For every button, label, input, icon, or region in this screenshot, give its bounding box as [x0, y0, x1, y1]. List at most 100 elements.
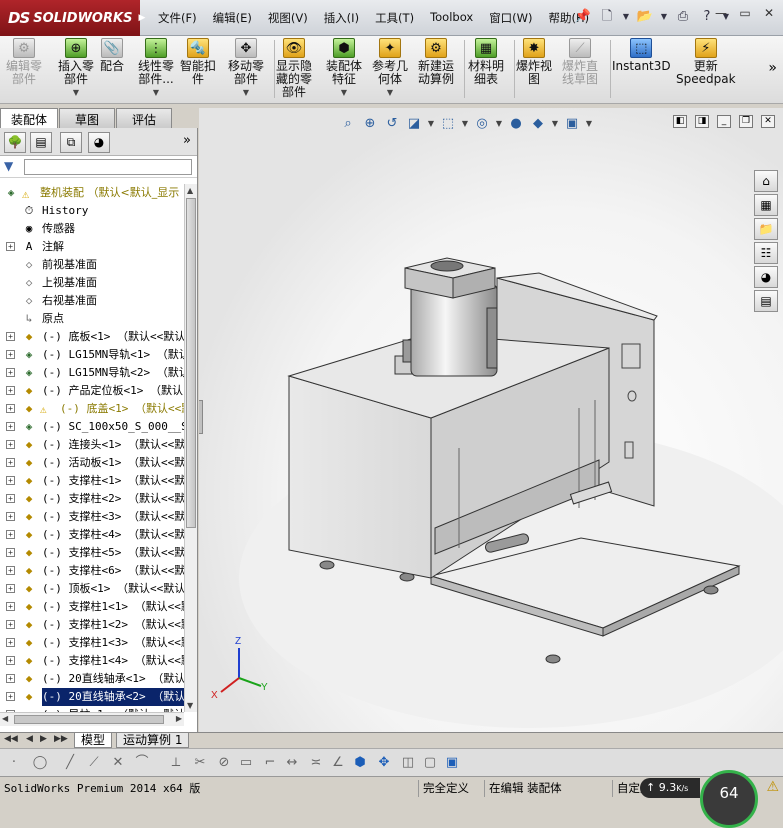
expand-icon[interactable]: + — [6, 692, 15, 701]
expand-icon[interactable]: + — [6, 350, 15, 359]
prev-tab-icon[interactable]: ◀ — [26, 734, 33, 744]
line-icon[interactable]: ╱ — [60, 753, 80, 773]
ribbon-button[interactable]: 👁 显示隐 藏的零 部件 — [276, 38, 312, 99]
expand-icon[interactable]: + — [6, 422, 15, 431]
ribbon-button[interactable]: ⊕ 插入零 部件 ▼ — [58, 38, 94, 99]
scrollbar-thumb[interactable] — [186, 198, 196, 528]
tree-horizontal-scrollbar[interactable]: ◀ ▶ — [0, 712, 184, 726]
scrollbar-thumb[interactable] — [14, 715, 164, 724]
design-library-icon[interactable]: ▦ — [754, 194, 778, 216]
graphics-area[interactable]: Z Y X ⌕ ⊕ ↺ ◪ ▼ ⬚ ▼ ◎ ▼ ● ◆ ▼ ▣ ▼ ◧ ◨ _ … — [199, 108, 783, 732]
close-button[interactable]: ✕ — [761, 6, 777, 20]
menu-item[interactable]: 文件(F) — [150, 9, 205, 27]
edit-appearance-icon[interactable]: ● — [507, 115, 525, 133]
chevron-down-icon[interactable]: ▼ — [58, 86, 94, 99]
tree-row[interactable]: ◇ 前视基准面 — [0, 256, 184, 274]
scene-icon[interactable]: ◆ — [529, 115, 547, 133]
chevron-down-icon[interactable]: ▼ — [372, 86, 408, 99]
tree-row[interactable]: + ◆ (-) 支撑柱<6> （默认<<默 — [0, 562, 184, 580]
scroll-right-icon[interactable]: ▶ — [176, 714, 182, 723]
tree-row[interactable]: + ◆ (-) 支撑柱<2> （默认<<默 — [0, 490, 184, 508]
menu-item[interactable]: 工具(T) — [367, 9, 422, 27]
tree-row[interactable]: ⏱ History — [0, 202, 184, 220]
scroll-left-icon[interactable]: ◀ — [2, 714, 8, 723]
new-document-icon[interactable]: 🗋 — [598, 8, 616, 26]
ribbon-button[interactable]: ✥ 移动零 部件 ▼ — [228, 38, 264, 99]
tree-row[interactable]: + ◆ (-) 支撑柱1<3> （默认<<默 — [0, 634, 184, 652]
ribbon-button[interactable]: ⋮ 线性零 部件... ▼ — [138, 38, 174, 99]
tree-row[interactable]: + ◆ (-) 支撑柱1<2> （默认<<默 — [0, 616, 184, 634]
move-icon[interactable]: ✥ — [374, 753, 394, 773]
viewport-minimize-button[interactable]: _ — [717, 115, 731, 128]
restore-button[interactable]: ▭ — [737, 6, 753, 20]
menu-item[interactable]: Toolbox — [422, 9, 481, 27]
display-manager-icon[interactable]: ◕ — [88, 132, 110, 153]
ribbon-button[interactable]: ✦ 参考几 何体 ▼ — [372, 38, 408, 99]
expand-icon[interactable]: + — [6, 242, 15, 251]
display-style-icon[interactable]: ◎ — [473, 115, 491, 133]
filter-icon[interactable]: ▼ — [4, 159, 13, 173]
tree-row[interactable]: + ◆ (-) 产品定位板<1> （默认 — [0, 382, 184, 400]
rebuild-warning-icon[interactable]: ⚠ — [766, 779, 779, 795]
tree-row[interactable]: + ◆ (-) 支撑柱<1> （默认<<默 — [0, 472, 184, 490]
dimension-icon[interactable]: ↔ — [282, 753, 302, 773]
zoom-area-icon[interactable]: ⊕ — [361, 115, 379, 133]
solidworks-logo-button[interactable]: DS SOLIDWORKS ▶ — [0, 0, 145, 36]
chevron-down-icon[interactable]: ▼ — [461, 115, 469, 133]
viewport-prev-button[interactable]: ◧ — [673, 115, 687, 128]
first-tab-icon[interactable]: ◀◀ — [4, 734, 18, 744]
tree-row[interactable]: + ◆ ⚠ (-) 底盖<1> （默认<<默 — [0, 400, 184, 418]
tree-row[interactable]: + A 注解 — [0, 238, 184, 256]
chevron-down-icon[interactable]: ▼ — [138, 86, 174, 99]
wireframe-icon[interactable]: ◫ — [398, 753, 418, 773]
tree-row[interactable]: + ◆ (-) 20直线轴承<2> （默认 — [0, 688, 184, 706]
tree-row[interactable]: ◇ 上视基准面 — [0, 274, 184, 292]
ribbon-button[interactable]: ⟋ 爆炸直 线草图 — [562, 38, 598, 86]
tree-row[interactable]: + ◆ (-) 顶板<1> （默认<<默认 — [0, 580, 184, 598]
tangent-icon[interactable]: ⟂ — [166, 753, 186, 773]
tree-row[interactable]: + ◆ (-) 支撑柱<5> （默认<<默 — [0, 544, 184, 562]
expand-icon[interactable]: + — [6, 404, 15, 413]
minimize-button[interactable]: — — [713, 6, 729, 20]
chevron-down-icon[interactable]: ▼ — [660, 8, 668, 26]
equation-icon[interactable]: ≍ — [306, 753, 326, 773]
ribbon-button[interactable]: 🔩 智能扣件 — [180, 38, 216, 86]
expand-icon[interactable]: + — [6, 332, 15, 341]
expand-icon[interactable]: + — [6, 602, 15, 611]
bottom-tab[interactable]: 运动算例 1 — [116, 733, 190, 748]
tree-row[interactable]: + ◆ (-) 支撑柱<3> （默认<<默 — [0, 508, 184, 526]
trim-icon[interactable]: ✂ — [190, 753, 210, 773]
viewport-next-button[interactable]: ◨ — [695, 115, 709, 128]
menu-item[interactable]: 窗口(W) — [481, 9, 540, 27]
previous-view-icon[interactable]: ↺ — [383, 115, 401, 133]
expand-icon[interactable]: + — [6, 620, 15, 629]
expand-icon[interactable]: + — [6, 584, 15, 593]
chevron-down-icon[interactable]: ▼ — [427, 115, 435, 133]
expand-icon[interactable]: + — [6, 368, 15, 377]
scroll-down-icon[interactable]: ▼ — [187, 701, 193, 710]
open-icon[interactable]: 📂 — [636, 8, 654, 26]
point-icon[interactable]: · — [4, 753, 24, 773]
view-orientation-icon[interactable]: ⬚ — [439, 115, 457, 133]
scroll-up-icon[interactable]: ▲ — [187, 186, 193, 195]
ribbon-button[interactable]: ⚙ 编辑零 部件 — [6, 38, 42, 86]
box-icon[interactable]: ▢ — [420, 753, 440, 773]
ribbon-button[interactable]: ⚙ 新建运 动算例 — [418, 38, 454, 86]
pin-icon[interactable]: 📌 — [574, 8, 592, 26]
tree-row[interactable]: + ◆ (-) 支撑柱<4> （默认<<默 — [0, 526, 184, 544]
file-explorer-icon[interactable]: 📁 — [754, 218, 778, 240]
panel-more-button[interactable]: » — [183, 133, 191, 148]
angle-icon[interactable]: ∠ — [328, 753, 348, 773]
corner-icon[interactable]: ⌐ — [260, 753, 280, 773]
appearances-icon[interactable]: ◕ — [754, 266, 778, 288]
chevron-down-icon[interactable]: ▼ — [585, 115, 593, 133]
ribbon-button[interactable]: ✸ 爆炸视图 — [516, 38, 552, 86]
cube-icon[interactable]: ⬢ — [350, 753, 370, 773]
ribbon-button[interactable]: ▦ 材料明 细表 — [468, 38, 504, 86]
tree-row[interactable]: ◉ 传感器 — [0, 220, 184, 238]
custom-properties-icon[interactable]: ▤ — [754, 290, 778, 312]
tree-row[interactable]: + ◈ (-) LG15MN导轨<1> （默认 — [0, 346, 184, 364]
model-view[interactable]: Z Y X — [199, 108, 783, 732]
ribbon-button[interactable]: ⬚ Instant3D — [612, 38, 671, 73]
ribbon-button[interactable]: ⚡ 更新 Speedpak — [676, 38, 736, 86]
